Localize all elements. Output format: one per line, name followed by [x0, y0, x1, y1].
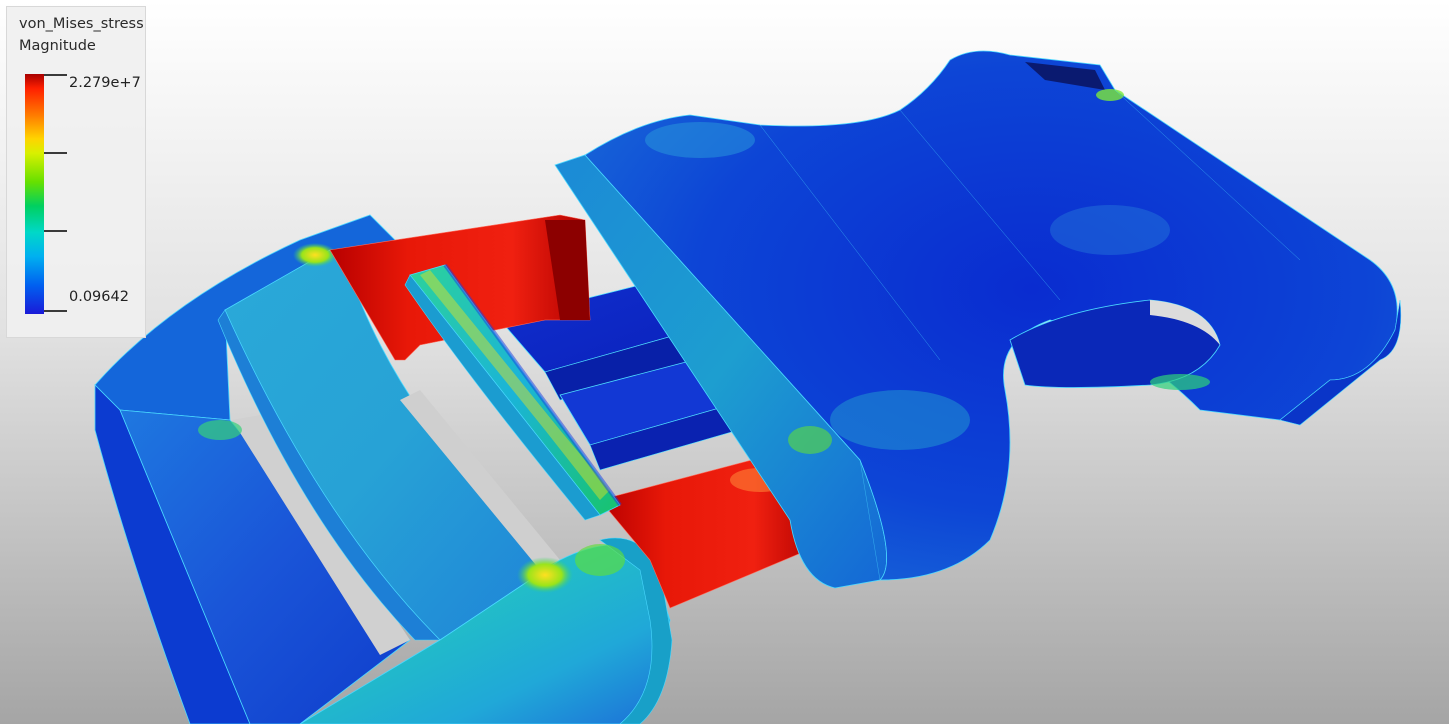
- scalar-bar-legend[interactable]: von_Mises_stress Magnitude 2.279e+7 0.09…: [6, 6, 146, 338]
- legend-title: von_Mises_stress Magnitude: [19, 13, 144, 57]
- tick-mid-high: [44, 152, 67, 154]
- legend-field-name: von_Mises_stress: [19, 16, 144, 32]
- tick-max: [44, 74, 67, 76]
- legend-component-name: Magnitude: [19, 38, 96, 54]
- tick-min: [44, 310, 67, 312]
- color-bar: [25, 74, 44, 314]
- tick-mid-low: [44, 230, 67, 232]
- render-viewport[interactable]: von_Mises_stress Magnitude 2.279e+7 0.09…: [0, 0, 1449, 724]
- legend-max-label: 2.279e+7: [69, 75, 141, 91]
- buckle-stress-model[interactable]: [0, 0, 1449, 724]
- legend-min-label: 0.09642: [69, 289, 129, 305]
